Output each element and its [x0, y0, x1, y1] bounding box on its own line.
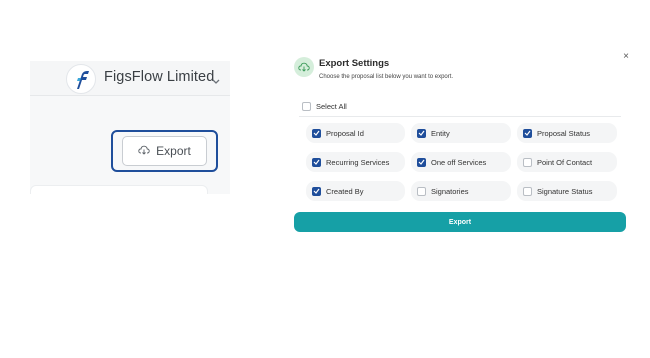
checkbox-unchecked[interactable]	[417, 186, 426, 196]
checkbox-checked[interactable]	[417, 128, 426, 138]
checkbox-unchecked[interactable]	[523, 186, 532, 196]
option-proposal-id[interactable]: Proposal Id	[306, 123, 405, 143]
company-name[interactable]: FigsFlow Limited	[104, 69, 214, 85]
select-all-checkbox[interactable]: Select All	[302, 102, 347, 111]
option-label: Proposal Id	[326, 128, 364, 138]
option-label: Signatories	[431, 186, 469, 196]
option-label: Signature Status	[537, 186, 593, 196]
cloud-download-icon	[294, 57, 314, 77]
option-one-off-services[interactable]: One off Services	[411, 152, 511, 172]
app-header: FigsFlow Limited	[30, 61, 230, 96]
dialog-title: Export Settings	[319, 58, 390, 69]
option-label: One off Services	[431, 157, 487, 167]
option-signature-status[interactable]: Signature Status	[517, 181, 617, 201]
cloud-download-icon	[138, 144, 150, 158]
divider	[299, 116, 621, 117]
option-label: Entity	[431, 128, 450, 138]
select-all-box[interactable]	[302, 102, 311, 111]
figsflow-logo-icon	[66, 64, 96, 94]
option-point-of-contact[interactable]: Point Of Contact	[517, 152, 617, 172]
checkbox-checked[interactable]	[417, 157, 426, 167]
export-button-label: Export	[156, 144, 191, 158]
close-icon[interactable]: ×	[621, 52, 631, 62]
export-submit-button[interactable]: Export	[294, 212, 626, 232]
chevron-down-icon[interactable]	[212, 72, 220, 90]
option-created-by[interactable]: Created By	[306, 181, 405, 201]
export-settings-dialog: Export Settings Choose the proposal list…	[284, 46, 636, 246]
select-all-label: Select All	[316, 102, 347, 111]
export-button[interactable]: Export	[122, 136, 207, 166]
checkbox-checked[interactable]	[312, 157, 321, 167]
option-entity[interactable]: Entity	[411, 123, 511, 143]
app-crop-panel: FigsFlow Limited Export	[30, 61, 230, 194]
option-label: Proposal Status	[537, 128, 590, 138]
option-label: Recurring Services	[326, 157, 390, 167]
option-proposal-status[interactable]: Proposal Status	[517, 123, 617, 143]
option-signatories[interactable]: Signatories	[411, 181, 511, 201]
checkbox-checked[interactable]	[312, 128, 321, 138]
checkbox-checked[interactable]	[312, 186, 321, 196]
content-card	[30, 185, 208, 194]
dialog-subtitle: Choose the proposal list below you want …	[319, 74, 454, 80]
checkbox-unchecked[interactable]	[523, 157, 532, 167]
option-label: Created By	[326, 186, 364, 196]
option-label: Point Of Contact	[537, 157, 593, 167]
checkbox-checked[interactable]	[523, 128, 532, 138]
export-submit-label: Export	[448, 218, 472, 226]
option-recurring-services[interactable]: Recurring Services	[306, 152, 405, 172]
